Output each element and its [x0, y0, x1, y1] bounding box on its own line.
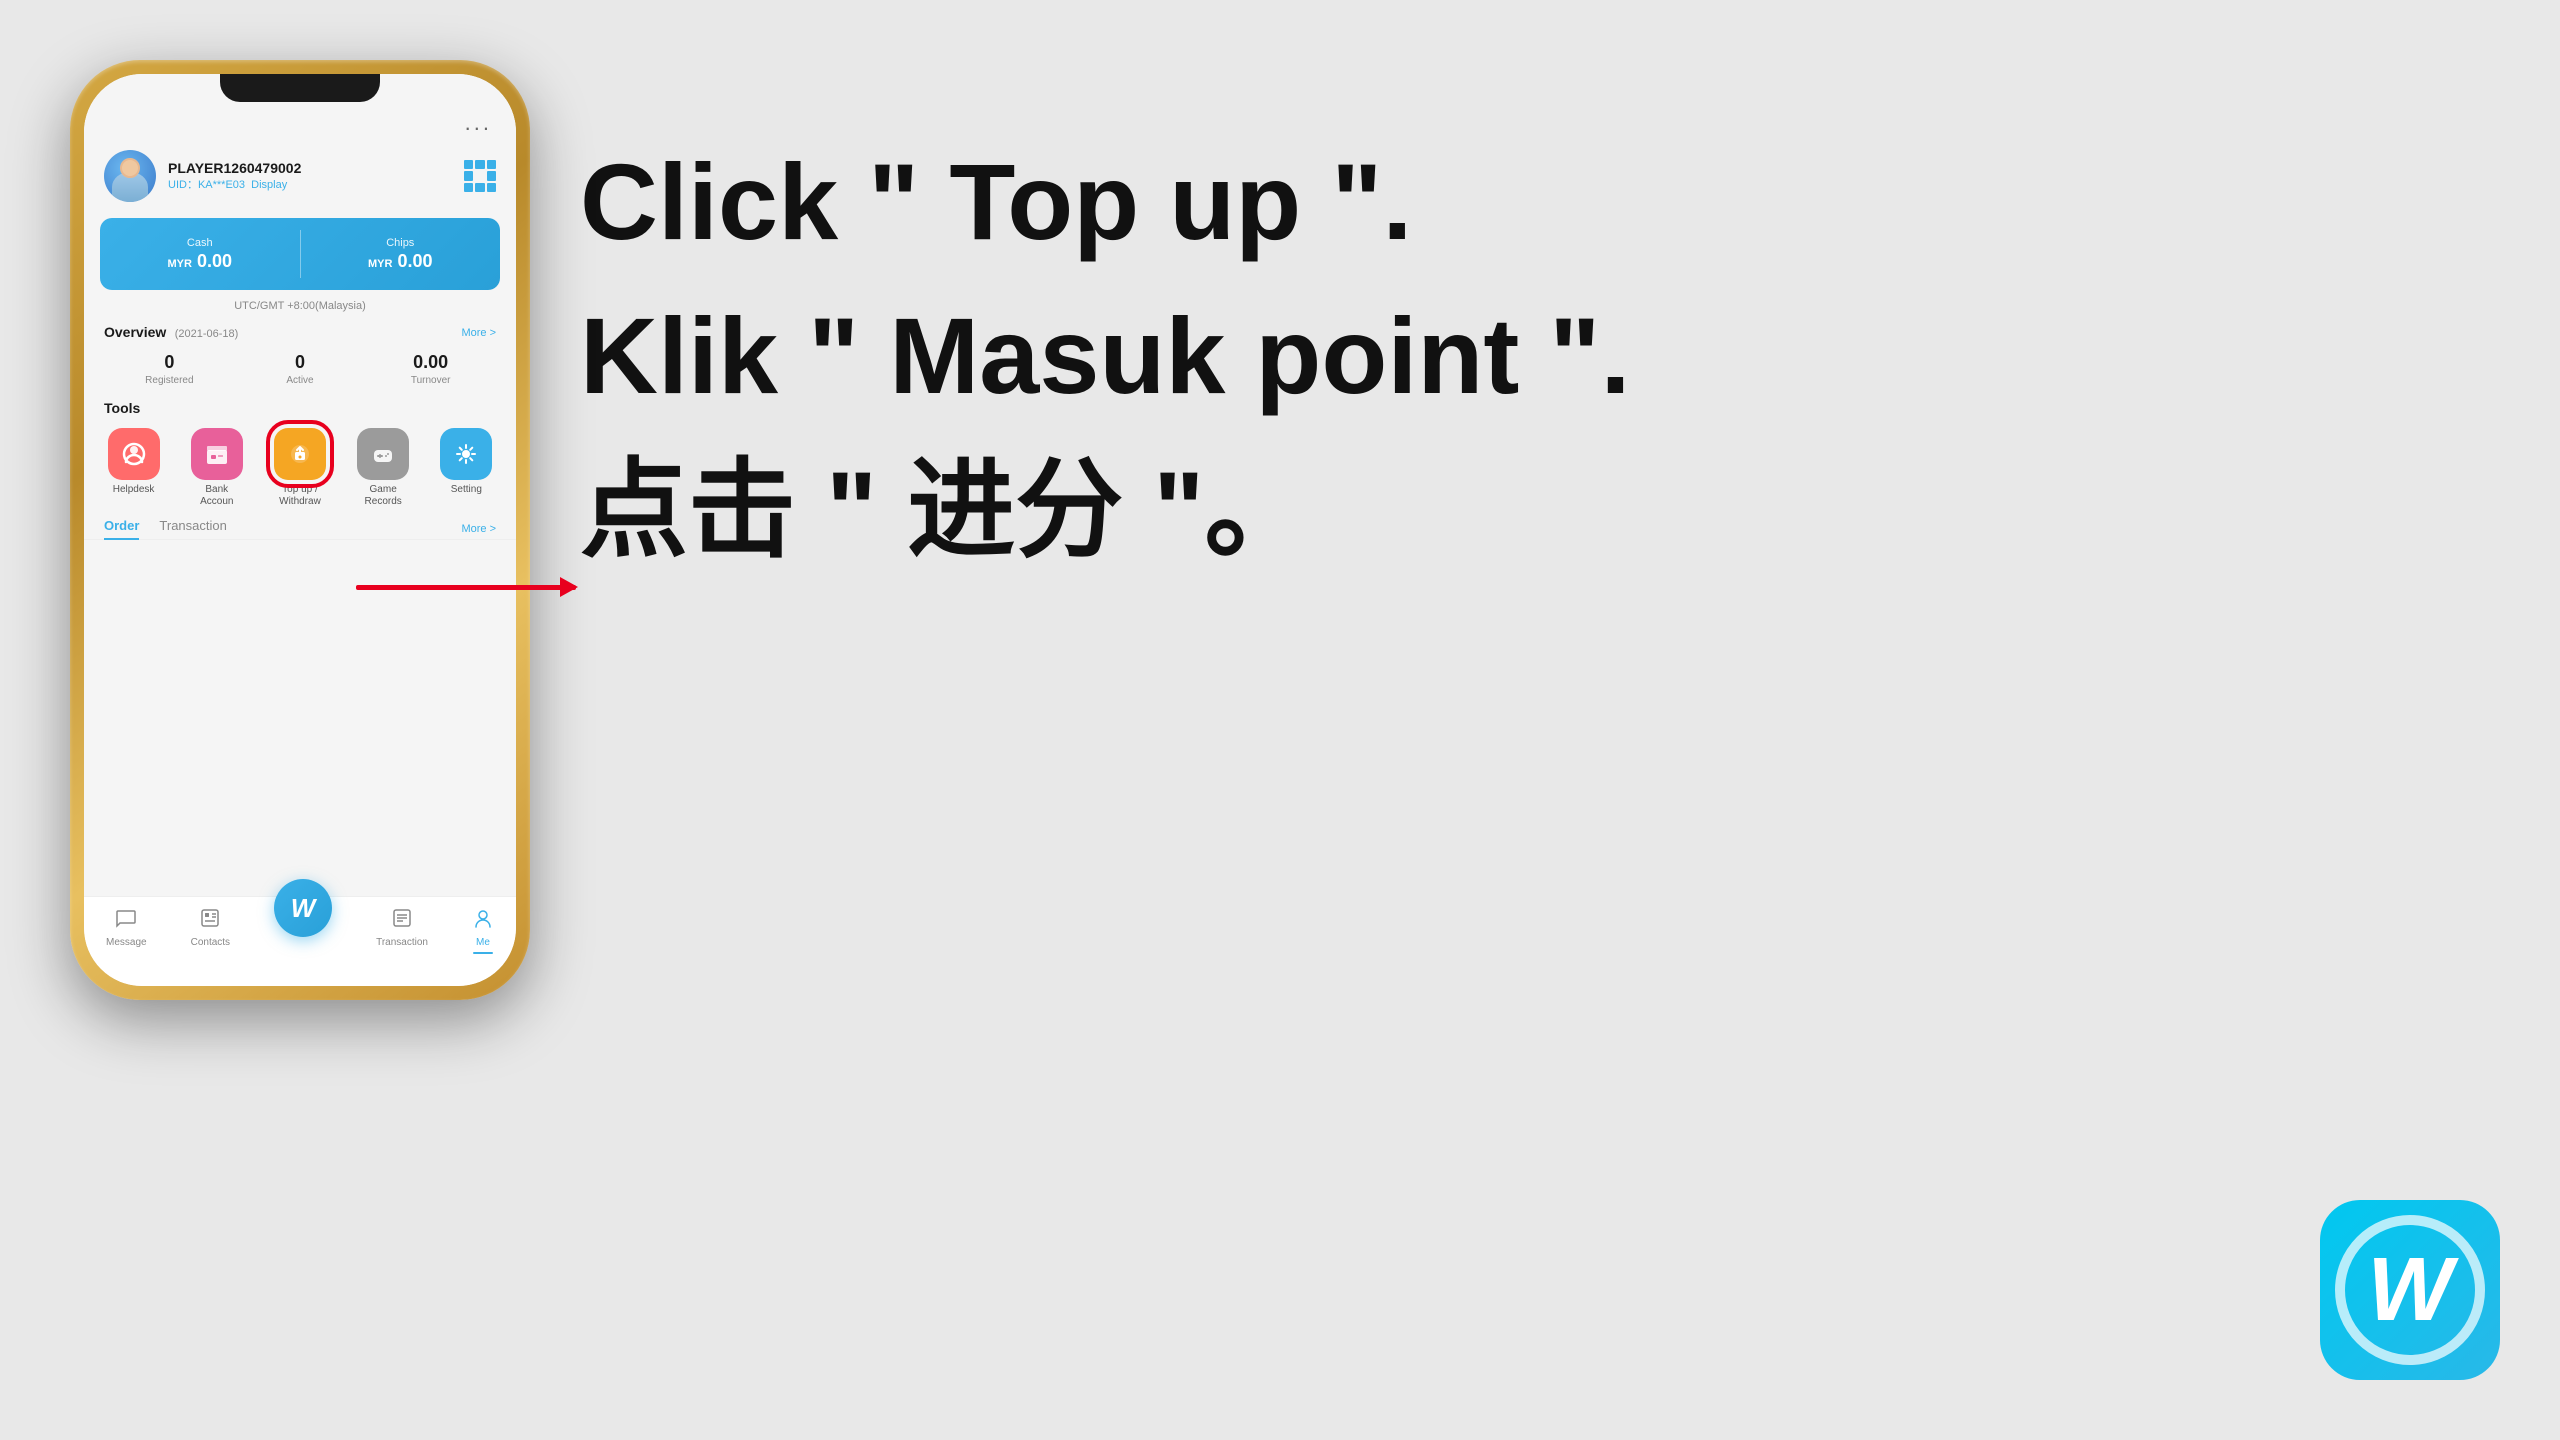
- w-letter: W: [291, 893, 316, 924]
- timezone-bar: UTC/GMT +8:00(Malaysia): [84, 296, 516, 316]
- arrow-head: [560, 577, 578, 597]
- profile-section: PLAYER1260479002 UID：KA***E03 Display: [84, 144, 516, 212]
- cash-label: Cash: [187, 237, 213, 249]
- topup-label: Top up /Withdraw: [279, 484, 321, 508]
- overview-header: Overview (2021-06-18) More >: [84, 316, 516, 346]
- transaction-icon: [391, 907, 413, 935]
- phone-shell: ... PLAYER1260479002: [70, 60, 530, 1000]
- bank-icon: [191, 428, 243, 480]
- nav-transaction-label: Transaction: [376, 937, 428, 948]
- stat-registered: 0 Registered: [104, 352, 235, 386]
- cash-amount: MYR 0.00: [167, 251, 232, 272]
- bank-label: BankAccoun: [200, 484, 233, 508]
- tool-setting[interactable]: Setting: [431, 428, 501, 508]
- game-icon: [357, 428, 409, 480]
- me-icon: [472, 907, 494, 935]
- overview-title-text: Overview: [104, 324, 166, 340]
- tools-header: Tools: [84, 396, 516, 424]
- arrow-line: [356, 585, 576, 590]
- instruction-line1: Click " Top up ".: [580, 140, 2280, 264]
- cash-balance: Cash MYR 0.00: [100, 218, 300, 290]
- nav-contacts[interactable]: Contacts: [191, 907, 230, 948]
- watermark-letter: W: [2368, 1239, 2453, 1342]
- qr-code-icon[interactable]: [464, 160, 496, 192]
- menu-dots[interactable]: ...: [465, 110, 492, 136]
- tab-transaction[interactable]: Transaction: [159, 518, 226, 539]
- overview-date: (2021-06-18): [175, 328, 239, 340]
- instructions-panel: Click " Top up ". Klik " Masuk point ". …: [580, 140, 2280, 573]
- nav-message-label: Message: [106, 937, 147, 948]
- uid-label: UID：KA***E03: [168, 179, 245, 191]
- tool-game[interactable]: GameRecords: [348, 428, 418, 508]
- phone-screen: ... PLAYER1260479002: [84, 74, 516, 986]
- cash-value: 0.00: [197, 251, 232, 271]
- instruction-line2: Klik " Masuk point ".: [580, 294, 2280, 418]
- tab-order[interactable]: Order: [104, 518, 139, 539]
- tool-bank[interactable]: BankAccoun: [182, 428, 252, 508]
- nav-fab[interactable]: W: [274, 907, 332, 937]
- stat-turnover: 0.00 Turnover: [365, 352, 496, 386]
- profile-info: PLAYER1260479002 UID：KA***E03 Display: [168, 160, 452, 192]
- chips-currency: MYR: [368, 258, 392, 270]
- stat-active: 0 Active: [235, 352, 366, 386]
- phone-device: ... PLAYER1260479002: [60, 30, 540, 1410]
- stat-registered-value: 0: [104, 352, 235, 373]
- setting-label: Setting: [451, 484, 482, 496]
- balance-card: Cash MYR 0.00 Chips MYR 0.00: [100, 218, 500, 290]
- stat-active-value: 0: [235, 352, 366, 373]
- stat-turnover-value: 0.00: [365, 352, 496, 373]
- w-fab-button[interactable]: W: [274, 879, 332, 937]
- helpdesk-label: Helpdesk: [113, 484, 155, 496]
- setting-icon: [440, 428, 492, 480]
- instruction-line3: 点击 " 进分 "。: [580, 448, 2280, 572]
- overview-stats: 0 Registered 0 Active 0.00 Turnover: [84, 346, 516, 396]
- avatar-image: [104, 150, 156, 202]
- message-icon: [115, 907, 137, 935]
- cash-currency: MYR: [167, 258, 191, 270]
- chips-value: 0.00: [397, 251, 432, 271]
- stat-active-label: Active: [235, 375, 366, 386]
- phone-notch: [220, 74, 380, 102]
- chips-label: Chips: [386, 237, 414, 249]
- nav-message[interactable]: Message: [106, 907, 147, 948]
- display-link[interactable]: Display: [251, 179, 287, 191]
- topup-icon: [274, 428, 326, 480]
- nav-me[interactable]: Me: [472, 907, 494, 954]
- game-label: GameRecords: [365, 484, 402, 508]
- stat-turnover-label: Turnover: [365, 375, 496, 386]
- chips-amount: MYR 0.00: [368, 251, 433, 272]
- nav-me-indicator: [473, 952, 493, 954]
- tool-topup[interactable]: Top up /Withdraw: [265, 428, 335, 508]
- contacts-icon: [199, 907, 221, 935]
- helpdesk-icon: [108, 428, 160, 480]
- tabs-left: Order Transaction: [104, 518, 227, 539]
- bottom-nav: Message Contacts: [84, 896, 516, 986]
- profile-name: PLAYER1260479002: [168, 160, 452, 176]
- chips-balance: Chips MYR 0.00: [301, 218, 501, 290]
- nav-me-label: Me: [476, 937, 490, 948]
- profile-uid: UID：KA***E03 Display: [168, 176, 452, 192]
- nav-contacts-label: Contacts: [191, 937, 230, 948]
- overview-title: Overview (2021-06-18): [104, 324, 238, 342]
- overview-more[interactable]: More >: [461, 327, 496, 339]
- tabs-more[interactable]: More >: [461, 523, 496, 535]
- nav-transaction[interactable]: Transaction: [376, 907, 428, 948]
- app-screen: ... PLAYER1260479002: [84, 74, 516, 986]
- avatar: [104, 150, 156, 202]
- tools-grid: Helpdesk BankAccoun: [84, 424, 516, 518]
- tool-helpdesk[interactable]: Helpdesk: [99, 428, 169, 508]
- tabs-row: Order Transaction More >: [84, 518, 516, 540]
- stat-registered-label: Registered: [104, 375, 235, 386]
- watermark-logo: W: [2320, 1200, 2500, 1380]
